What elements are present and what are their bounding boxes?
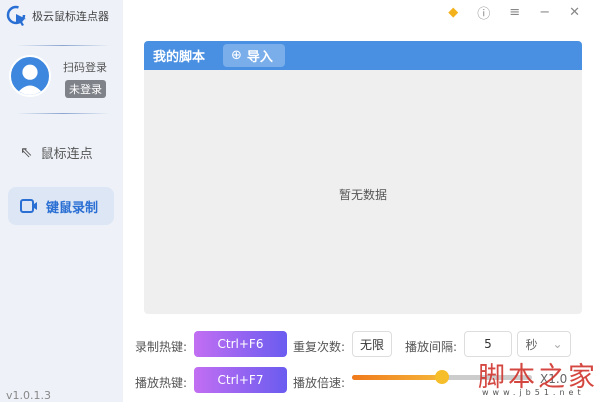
play-hotkey-label: 播放热键:: [135, 376, 188, 390]
avatar[interactable]: [9, 55, 51, 97]
close-icon[interactable]: ✕: [569, 5, 580, 20]
speed-slider-handle[interactable]: [435, 370, 449, 384]
nav-mouse-click[interactable]: ⇖ 鼠标连点: [8, 133, 114, 171]
repeat-label: 重复次数:: [293, 340, 346, 354]
import-button[interactable]: ⊕ 导入: [223, 44, 285, 67]
window-controls: ◆ ⓘ ≡ − ✕: [448, 3, 580, 22]
login-link[interactable]: 扫码登录: [63, 59, 107, 75]
vip-diamond-icon[interactable]: ◆: [448, 5, 458, 20]
app-title: 极云鼠标连点器: [32, 10, 109, 23]
play-hotkey-button[interactable]: Ctrl+F7: [194, 367, 287, 393]
import-label: 导入: [246, 50, 273, 65]
record-hotkey-button[interactable]: Ctrl+F6: [194, 331, 287, 357]
version-label: v1.0.1.3: [6, 389, 51, 402]
user-icon: [15, 64, 45, 95]
interval-label: 播放间隔:: [405, 340, 458, 354]
empty-state: 暂无数据: [338, 188, 387, 202]
watermark-url: www.jb51.net: [482, 388, 585, 397]
scripts-panel: 我的脚本 ⊕ 导入 暂无数据: [144, 41, 582, 314]
help-icon[interactable]: ⓘ: [477, 3, 490, 22]
chevron-down-icon: ⌄: [552, 337, 563, 351]
menu-icon[interactable]: ≡: [509, 5, 520, 20]
speed-label: 播放倍速:: [293, 376, 346, 390]
nav-label: 键鼠录制: [46, 200, 99, 216]
plus-circle-icon: ⊕: [231, 48, 242, 63]
divider: [16, 113, 110, 114]
divider: [16, 45, 110, 46]
nav-label: 鼠标连点: [40, 146, 93, 162]
record-hotkey-label: 录制热键:: [135, 340, 188, 354]
scripts-title: 我的脚本: [153, 50, 206, 65]
interval-unit-value: 秒: [525, 337, 538, 352]
video-camera-icon: [20, 199, 37, 213]
interval-input[interactable]: 5: [464, 331, 512, 357]
repeat-input[interactable]: 无限: [352, 331, 392, 357]
cursor-click-icon: ⇖: [20, 143, 33, 161]
app-logo-icon: [6, 5, 26, 26]
app-logo: 极云鼠标连点器: [6, 5, 109, 27]
nav-keyboard-mouse-record[interactable]: 键鼠录制: [8, 187, 114, 225]
interval-unit-select[interactable]: 秒 ⌄: [517, 331, 571, 357]
minimize-icon[interactable]: −: [539, 5, 550, 20]
sidebar: 极云鼠标连点器 扫码登录 未登录 ⇖ 鼠标连点 键鼠录制 v1.0.1.3: [0, 0, 123, 402]
scripts-panel-header: 我的脚本 ⊕ 导入: [144, 41, 582, 70]
speed-slider-fill: [352, 375, 442, 380]
login-status-badge: 未登录: [65, 80, 106, 98]
